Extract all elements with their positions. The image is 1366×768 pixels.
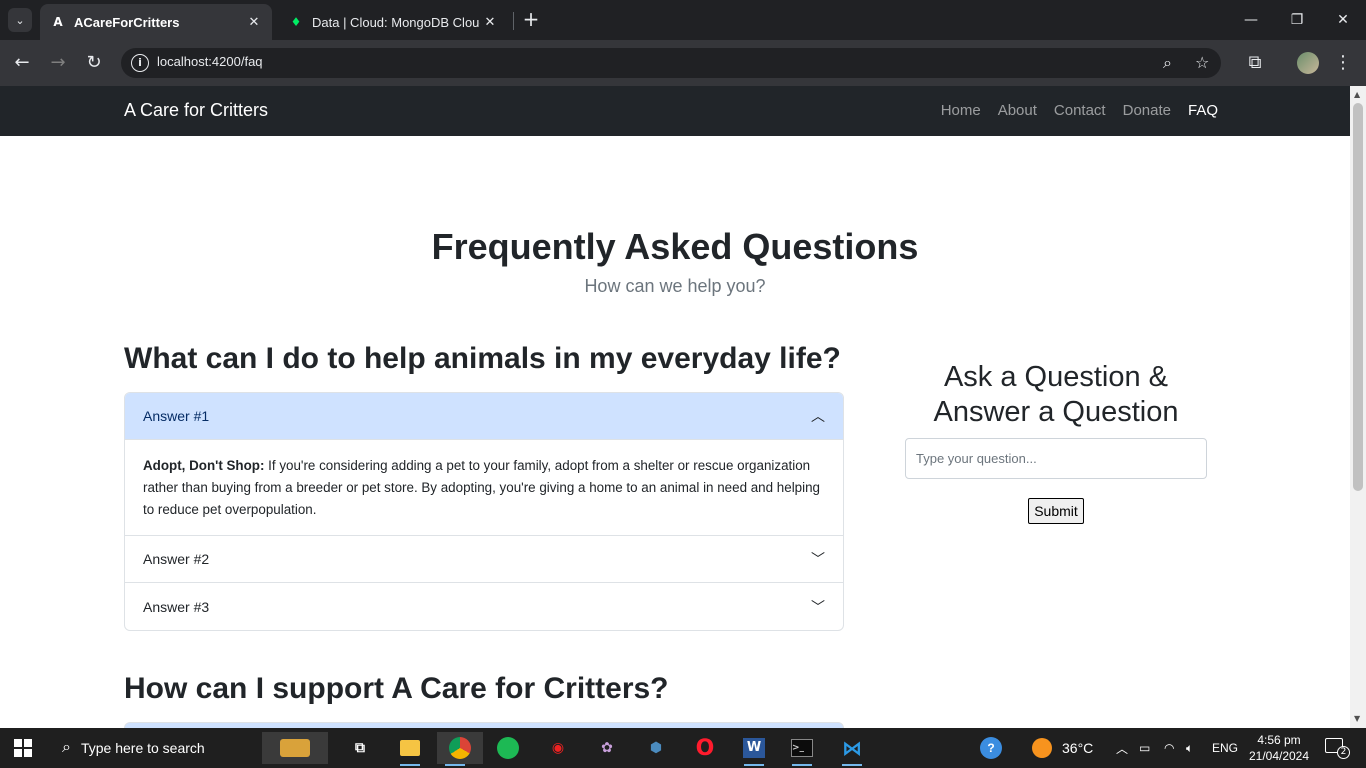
chevron-up-icon: ︿ (811, 408, 825, 424)
taskbar-search[interactable]: ⌕ Type here to search (48, 728, 256, 768)
language-indicator[interactable]: ENG (1212, 728, 1238, 768)
page-title: Frequently Asked Questions (431, 226, 919, 267)
accordion-item-answer-1[interactable]: Answer #1 ︿ (125, 393, 843, 440)
notification-count: 2 (1337, 746, 1350, 759)
chevron-down-icon: ﹀ (811, 551, 825, 567)
wifi-icon[interactable]: ◠ (1164, 728, 1174, 768)
scrollbar-thumb[interactable] (1353, 103, 1363, 491)
volume-icon[interactable]: 🔈︎ (1186, 728, 1193, 768)
nav-faq[interactable]: FAQ (1188, 102, 1218, 119)
nav-donate[interactable]: Donate (1123, 102, 1171, 119)
clock-date: 21/04/2024 (1248, 749, 1310, 763)
chrome-icon[interactable] (437, 732, 483, 766)
close-tab-icon[interactable]: ✕ (480, 15, 500, 30)
spotify-icon[interactable] (490, 732, 526, 764)
tab-search-icon[interactable]: ⌄ (8, 8, 32, 32)
extensions-icon[interactable]: ⧉ (1243, 51, 1267, 75)
accordion-label: Answer #2 (143, 551, 210, 567)
file-explorer-icon[interactable] (392, 732, 428, 766)
accordion-label: Answer #3 (143, 598, 210, 615)
task-view-icon[interactable]: ⧉ (342, 732, 378, 764)
tab-mongodb[interactable]: ♦ Data | Cloud: MongoDB Cloud ✕ (278, 4, 508, 40)
battery-icon[interactable]: ▭ (1139, 728, 1150, 768)
tab-title: Data | Cloud: MongoDB Cloud (312, 14, 480, 30)
page-subtitle: How can we help you? (584, 276, 766, 296)
ask-question-title: Ask a Question & Answer a Question (933, 361, 1179, 428)
answer-bold-lead: Adopt, Don't Shop: (143, 458, 265, 473)
nav-home[interactable]: Home (941, 102, 981, 119)
url-text[interactable]: localhost:4200/faq (157, 54, 263, 69)
opera-icon[interactable]: O (687, 732, 723, 764)
bookmark-star-icon[interactable]: ☆ (1195, 53, 1209, 72)
profile-avatar[interactable] (1297, 52, 1319, 74)
page-viewport: A Care for Critters Home About Contact D… (0, 86, 1350, 728)
site-navbar: A Care for Critters Home About Contact D… (0, 86, 1350, 136)
close-window-icon[interactable]: ✕ (1331, 8, 1355, 32)
weather-temp: 36°C (1062, 740, 1094, 756)
word-icon[interactable]: W (736, 732, 772, 766)
page-scrollbar[interactable]: ▲ ▼ (1350, 86, 1366, 728)
forward-icon[interactable]: → (46, 51, 70, 75)
submit-button[interactable]: Submit (1028, 498, 1084, 524)
site-brand[interactable]: A Care for Critters (124, 100, 268, 121)
ask-question-panel: Ask a Question & Answer a Question Submi… (905, 360, 1207, 524)
windows-start-icon[interactable] (14, 739, 32, 757)
menu-kebab-icon[interactable]: ⋮ (1331, 51, 1355, 75)
section-heading-help-animals: What can I do to help animals in my ever… (124, 342, 841, 375)
scroll-up-icon[interactable]: ▲ (1354, 90, 1360, 99)
nav-links: Home About Contact Donate FAQ (941, 102, 1218, 119)
vscode-icon[interactable]: ⋈ (834, 732, 870, 766)
app-icon[interactable]: ✿ (589, 732, 625, 764)
taskbar-widget-icon[interactable] (262, 732, 328, 764)
close-tab-icon[interactable]: ✕ (244, 15, 264, 30)
windows-taskbar: ⌕ Type here to search ⧉ ◉ ✿ ⬢ O W >_ ⋈ ?… (0, 728, 1366, 768)
back-icon[interactable]: ← (10, 51, 34, 75)
mongodb-leaf-icon: ♦ (290, 15, 302, 29)
faq-accordion: Answer #1 ︿ Adopt, Don't Shop: If you're… (124, 392, 844, 631)
tab-acareforcritters[interactable]: A ACareForCritters ✕ (40, 4, 272, 40)
site-info-icon[interactable]: i (131, 54, 149, 72)
garena-icon[interactable]: ◉ (540, 732, 576, 764)
new-tab-icon[interactable]: + (520, 9, 542, 31)
zoom-icon[interactable]: ⌕ (1163, 53, 1172, 73)
angular-icon: A (53, 15, 63, 29)
notification-center-icon[interactable]: 2 (1325, 738, 1350, 759)
browser-tab-strip: ⌄ A ACareForCritters ✕ ♦ Data | Cloud: M… (0, 0, 1366, 40)
sun-icon (1032, 738, 1052, 758)
help-icon[interactable]: ? (980, 728, 1002, 768)
taskbar-search-text: Type here to search (80, 740, 205, 756)
nav-about[interactable]: About (998, 102, 1037, 119)
accordion-body-answer-1: Adopt, Don't Shop: If you're considering… (125, 440, 843, 536)
terminal-icon[interactable]: >_ (784, 732, 820, 766)
system-clock[interactable]: 4:56 pm 21/04/2024 (1246, 732, 1312, 764)
question-input[interactable] (905, 438, 1207, 479)
restore-icon[interactable]: ❐ (1285, 8, 1309, 32)
nav-contact[interactable]: Contact (1054, 102, 1106, 119)
show-hidden-icons[interactable]: ︿ (1116, 728, 1128, 768)
accordion-item-answer-2[interactable]: Answer #2 ﹀ (125, 536, 843, 583)
reload-icon[interactable]: ↻ (82, 51, 106, 75)
chevron-down-icon: ﹀ (811, 598, 825, 615)
clock-time: 4:56 pm (1257, 733, 1301, 747)
accordion-item-answer-3[interactable]: Answer #3 ﹀ (125, 583, 843, 630)
search-icon: ⌕ (62, 739, 71, 756)
section-heading-support: How can I support A Care for Critters? (124, 672, 669, 705)
minimize-icon[interactable]: — (1239, 8, 1263, 32)
accordion-label: Answer #1 (143, 408, 210, 424)
browser-toolbar: ← → ↻ i localhost:4200/faq ⌕ ☆ ⧉ ⋮ (0, 40, 1366, 86)
scroll-down-icon[interactable]: ▼ (1354, 714, 1360, 723)
python-icon[interactable]: ⬢ (638, 732, 674, 764)
weather-widget[interactable]: 36°C (1032, 728, 1093, 768)
tab-title: ACareForCritters (74, 14, 180, 30)
tab-divider (513, 12, 514, 30)
address-bar[interactable]: i localhost:4200/faq ⌕ ☆ (121, 48, 1221, 78)
